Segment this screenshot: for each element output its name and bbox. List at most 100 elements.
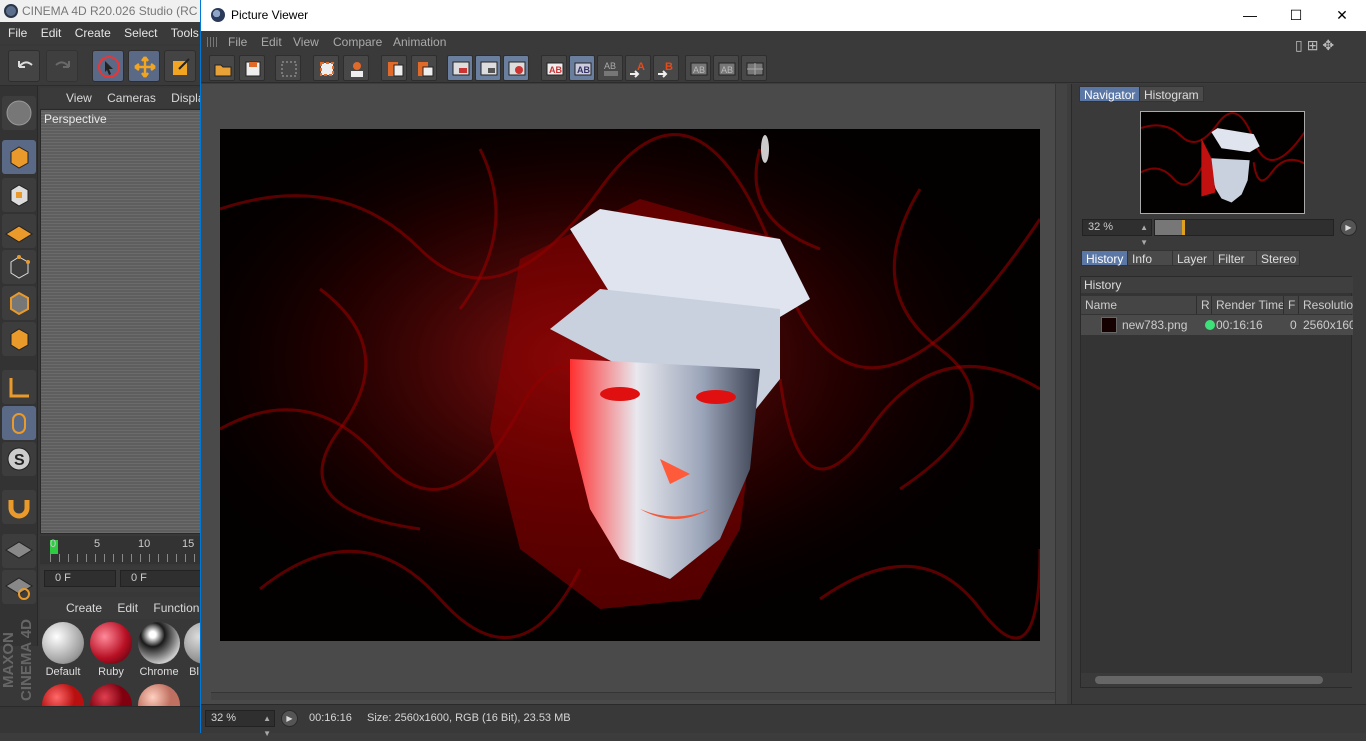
scale-tool-button[interactable] — [164, 50, 196, 82]
tab-filter[interactable]: Filter — [1213, 250, 1257, 266]
material-menubar: Create Edit Function — [40, 597, 204, 619]
ab-grid-button[interactable] — [741, 55, 767, 81]
model-mode-button[interactable] — [2, 140, 36, 174]
navigator-zoom-slider[interactable] — [1154, 219, 1334, 236]
navigator-thumbnail[interactable] — [1140, 111, 1305, 214]
grid-button[interactable] — [275, 55, 301, 81]
material-default[interactable]: Default — [40, 620, 86, 680]
edges-mode-button[interactable] — [2, 286, 36, 320]
tick-label: 10 — [138, 538, 151, 550]
c4d-menu-create[interactable]: Create — [75, 26, 111, 40]
ab-compare-button[interactable]: AB — [541, 55, 567, 81]
svg-text:AB: AB — [693, 65, 705, 75]
minimize-button[interactable]: — — [1227, 0, 1273, 31]
workplane-button[interactable] — [2, 214, 36, 248]
maximize-button[interactable]: ☐ — [1273, 0, 1319, 31]
stop-render-button[interactable] — [381, 55, 407, 81]
render-view-button[interactable] — [343, 55, 369, 81]
history-render-time: 00:16:16 — [1216, 318, 1263, 332]
tab-info[interactable]: Info — [1127, 250, 1173, 266]
slider-knob[interactable] — [1182, 220, 1185, 235]
tab-stereo[interactable]: Stereo — [1256, 250, 1300, 266]
tab-layer[interactable]: Layer — [1172, 250, 1214, 266]
column-resolution[interactable]: Resolution — [1299, 296, 1353, 314]
material-preview-row2[interactable] — [138, 684, 180, 706]
viewport-menu-view[interactable]: View — [66, 91, 92, 105]
tab-navigator[interactable]: Navigator — [1079, 86, 1141, 102]
c4d-menu-tools[interactable]: Tools — [171, 26, 199, 40]
column-render-time[interactable]: Render Time — [1212, 296, 1284, 314]
spinner-icon[interactable]: ▲ ▼ — [263, 711, 271, 741]
magnet-button[interactable] — [2, 490, 36, 524]
status-zoom-field[interactable]: 32 % ▲ ▼ — [205, 710, 275, 738]
layout-icons[interactable]: ▯⊞✥ — [1295, 34, 1355, 53]
points-mode-button[interactable] — [2, 250, 36, 284]
undo-button[interactable] — [8, 50, 40, 82]
column-frame[interactable]: F — [1284, 296, 1299, 314]
material-chrome[interactable]: Chrome — [136, 620, 182, 680]
image-canvas[interactable] — [201, 84, 1067, 704]
lock-workplane-button[interactable] — [2, 534, 36, 568]
ab-stack-button[interactable]: AB — [713, 55, 739, 81]
sphere-mode-button[interactable] — [2, 96, 36, 130]
viewport-menu-cameras[interactable]: Cameras — [107, 91, 156, 105]
c4d-menu-file[interactable]: File — [8, 26, 27, 40]
menu-view[interactable]: View — [293, 31, 319, 53]
spinner-icon[interactable]: ▲ ▼ — [1140, 220, 1148, 250]
material-preview-row2[interactable] — [90, 684, 132, 706]
ab-split-button[interactable]: AB — [569, 55, 595, 81]
save-button[interactable] — [239, 55, 265, 81]
material-menu-edit[interactable]: Edit — [117, 601, 138, 615]
rendered-image[interactable] — [220, 129, 1040, 641]
move-tool-button[interactable] — [128, 50, 160, 82]
start-frame-field[interactable]: 0 F — [44, 570, 116, 587]
render-queue-button[interactable] — [411, 55, 437, 81]
view-snapshot-button[interactable] — [503, 55, 529, 81]
material-ruby[interactable]: Ruby — [88, 620, 134, 680]
redo-icon — [55, 61, 70, 68]
navigator-zoom-field[interactable]: 32 % ▲ ▼ — [1082, 219, 1152, 247]
canvas-horizontal-scrollbar[interactable] — [211, 692, 1057, 700]
region-button[interactable] — [313, 55, 339, 81]
c4d-menu-edit[interactable]: Edit — [41, 26, 62, 40]
set-b-button[interactable]: B — [653, 55, 679, 81]
set-a-button[interactable]: A — [625, 55, 651, 81]
view-compare-button[interactable] — [475, 55, 501, 81]
scrollbar-thumb[interactable] — [1095, 676, 1323, 684]
texture-mode-button[interactable] — [2, 178, 36, 212]
polygons-mode-button[interactable] — [2, 322, 36, 356]
redo-button[interactable] — [46, 50, 78, 82]
material-menu-create[interactable]: Create — [66, 601, 102, 615]
menu-file[interactable]: File — [228, 31, 247, 53]
history-row[interactable]: new783.png 00:16:16 0 2560x1600 — [1081, 315, 1353, 335]
column-name[interactable]: Name — [1081, 296, 1197, 314]
timeline-ruler[interactable]: 0 5 10 15 — [40, 536, 204, 564]
menu-animation[interactable]: Animation — [393, 31, 446, 53]
canvas-vertical-scrollbar[interactable] — [1055, 84, 1067, 704]
column-r[interactable]: R — [1197, 296, 1212, 314]
menu-edit[interactable]: Edit — [261, 31, 282, 53]
ab-diff-button[interactable]: AB — [597, 55, 623, 81]
current-frame-field[interactable]: 0 F — [120, 570, 204, 587]
play-button[interactable]: ▶ — [1340, 219, 1357, 236]
workplane-mode-button[interactable] — [2, 570, 36, 604]
material-preview — [90, 622, 132, 664]
history-horizontal-scrollbar[interactable] — [1081, 673, 1353, 687]
tab-histogram[interactable]: Histogram — [1139, 86, 1204, 102]
perspective-viewport[interactable]: Perspective — [40, 109, 204, 534]
c4d-menu-select[interactable]: Select — [124, 26, 157, 40]
select-tool-button[interactable] — [92, 50, 124, 82]
ab-swap-button[interactable]: AB — [685, 55, 711, 81]
snapping-button[interactable]: S — [2, 442, 36, 476]
material-preview-row2[interactable] — [42, 684, 84, 706]
status-play-button[interactable]: ▶ — [281, 710, 298, 727]
tab-history[interactable]: History — [1081, 250, 1129, 266]
svg-text:AB: AB — [604, 61, 616, 71]
close-button[interactable]: ✕ — [1319, 0, 1365, 31]
view-single-button[interactable] — [447, 55, 473, 81]
menu-compare[interactable]: Compare — [333, 31, 382, 53]
axis-mode-button[interactable] — [2, 370, 36, 404]
tweak-mode-button[interactable] — [2, 406, 36, 440]
material-menu-function[interactable]: Function — [153, 601, 199, 615]
open-button[interactable] — [209, 55, 235, 81]
